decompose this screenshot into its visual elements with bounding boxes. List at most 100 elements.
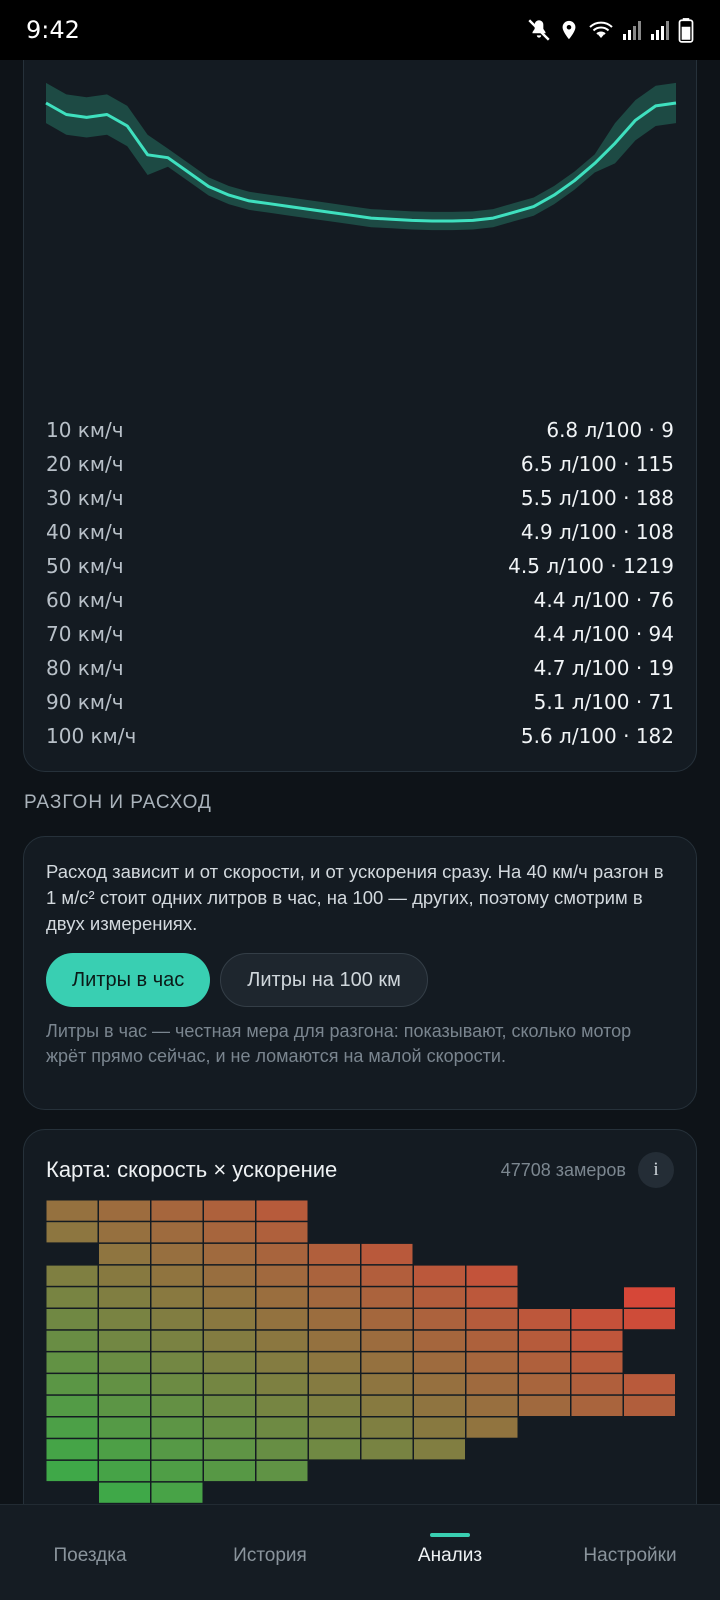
heatmap-cell [519,1309,570,1330]
heatmap-cell [46,1222,98,1243]
heatmap-cell [256,1352,308,1373]
bottom-navigation: Поездка История Анализ Настройки [0,1504,720,1600]
heatmap-cell [151,1200,203,1221]
wifi-icon [589,21,613,38]
heatmap-cell [204,1287,255,1308]
consumption-value: 4.7 л/100 · 19 [533,656,674,680]
heatmap-cell [99,1460,150,1482]
section-title-accel: РАЗГОН И РАСХОД [24,792,212,813]
speed-row: 90 км/ч 5.1 л/100 · 71 [46,685,674,719]
heatmap-cell [414,1395,465,1416]
heatmap-cell [466,1374,518,1395]
consumption-value: 4.5 л/100 · 1219 [508,554,674,578]
heatmap-cell [571,1309,623,1330]
nav-item-2[interactable]: Анализ [360,1505,540,1600]
speed-row: 20 км/ч 6.5 л/100 · 115 [46,447,674,481]
heatmap-cell [204,1200,255,1221]
unit-toggle-group: Литры в час Литры на 100 км [46,953,674,1007]
heatmap-cell [414,1330,465,1351]
heatmap-cell [151,1352,203,1373]
heatmap-cell [466,1265,518,1286]
heatmap-cell [99,1222,150,1243]
sample-count: 47708 замеров [500,1159,626,1180]
heatmap-cell [571,1330,623,1351]
heatmap-cell [361,1352,413,1373]
heatmap-cell [256,1265,308,1286]
heatmap-cell [361,1243,413,1265]
heatmap-cell [46,1200,98,1221]
heatmap-cell [256,1374,308,1395]
speed-label: 70 км/ч [46,622,124,646]
heatmap-cell [309,1309,360,1330]
heatmap-cell [46,1460,98,1482]
consumption-value: 6.5 л/100 · 115 [520,452,674,476]
heatmap-cell [151,1395,203,1416]
map-header: Карта: скорость × ускорение 47708 замеро… [46,1152,674,1188]
nav-item-3[interactable]: Настройки [540,1505,720,1600]
mute-icon [528,19,550,41]
speed-label: 10 км/ч [46,418,124,442]
heatmap-cell [466,1330,518,1351]
heatmap-cell [46,1417,98,1438]
speed-row: 40 км/ч 4.9 л/100 · 108 [46,515,674,549]
heatmap-cell [256,1287,308,1308]
heatmap-cell [414,1439,465,1460]
status-bar: 9:42 [0,0,720,60]
speed-label: 50 км/ч [46,554,124,578]
heatmap-cell [204,1243,255,1265]
heatmap-cell [256,1439,308,1460]
heatmap-cell [309,1243,360,1265]
heatmap-cell [571,1395,623,1416]
heatmap-cell [571,1352,623,1373]
heatmap-cell [361,1309,413,1330]
heatmap-cell [46,1287,98,1308]
toggle-liters-per-hour[interactable]: Литры в час [46,953,211,1007]
confidence-band [46,82,676,231]
heatmap-cell [99,1243,150,1265]
status-icons [526,17,694,43]
accel-description: Расход зависит и от скорости, и от ускор… [46,861,664,934]
speed-label: 80 км/ч [46,656,124,680]
heatmap-cell [256,1309,308,1330]
speed-consumption-card: 10 км/ч 6.8 л/100 · 9 20 км/ч 6.5 л/100 · 1… [23,30,697,772]
heatmap-cell [151,1482,203,1503]
heatmap-cell [46,1330,98,1351]
heatmap-cell [361,1439,413,1460]
heatmap-cell [309,1395,360,1416]
heatmap-cell [46,1265,98,1286]
heatmap-cell [309,1287,360,1308]
heatmap-cell [519,1395,570,1416]
speed-label: 100 км/ч [46,724,137,748]
heatmap-cell [624,1287,675,1308]
heatmap-cell [624,1309,675,1330]
map-title: Карта: скорость × ускорение [46,1157,338,1182]
nav-item-1[interactable]: История [180,1505,360,1600]
heatmap-cell [204,1439,255,1460]
heatmap-cell [46,1439,98,1460]
speed-row: 10 км/ч 6.8 л/100 · 9 [46,413,674,447]
heatmap-cell [99,1439,150,1460]
heatmap-cell [361,1265,413,1286]
heatmap-cell [361,1417,413,1438]
heatmap-cell [204,1374,255,1395]
heatmap-cell [204,1309,255,1330]
speed-row: 80 км/ч 4.7 л/100 · 19 [46,651,674,685]
heatmap-cell [99,1395,150,1416]
heatmap-cell [414,1287,465,1308]
heatmap-cell [151,1243,203,1265]
status-time: 9:42 [26,16,80,44]
heatmap-cell [466,1287,518,1308]
nav-label: История [233,1544,307,1566]
heatmap-cell [256,1330,308,1351]
consumption-value: 4.4 л/100 · 76 [533,588,674,612]
heatmap-cell [414,1417,465,1438]
speed-label: 60 км/ч [46,588,124,612]
toggle-liters-per-100km[interactable]: Литры на 100 км [220,953,428,1007]
heatmap-cell [204,1395,255,1416]
speed-consumption-chart [45,82,677,231]
info-button[interactable]: i [638,1152,674,1188]
heatmap-cell [256,1200,308,1221]
heatmap-cell [361,1287,413,1308]
heatmap-cell [466,1395,518,1416]
nav-item-0[interactable]: Поездка [0,1505,180,1600]
